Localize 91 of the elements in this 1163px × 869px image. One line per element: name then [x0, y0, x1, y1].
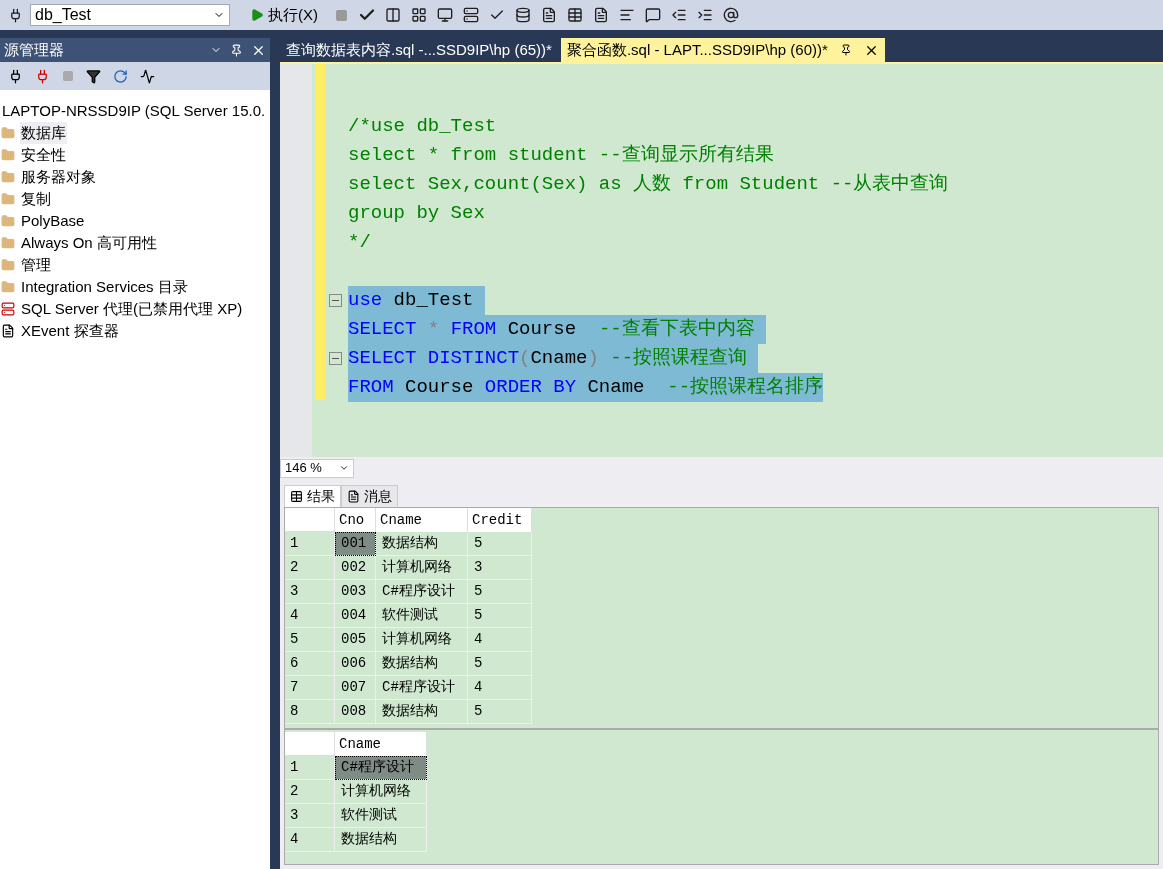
collapse-icon[interactable]	[329, 352, 342, 365]
tree-item[interactable]: PolyBase	[20, 210, 86, 232]
row-number: 2	[285, 780, 335, 804]
result-tab[interactable]: 结果	[284, 485, 341, 507]
collapse-icon[interactable]	[329, 294, 342, 307]
document-tab[interactable]: 聚合函数.sql - LAPT...SSD9IP\hp (60))*	[560, 38, 885, 62]
code-line: */	[348, 230, 371, 255]
row-number: 6	[285, 652, 335, 676]
table-cell: 003	[335, 580, 376, 604]
table-cell: 数据结构	[376, 700, 468, 724]
table-cell: 3	[468, 556, 532, 580]
tree-item[interactable]: 复制	[20, 188, 52, 210]
row-number: 3	[285, 580, 335, 604]
table-cell: 008	[335, 700, 376, 724]
panel-title: 源管理器	[4, 39, 64, 60]
server-node[interactable]: LAPTOP-NRSSD9IP (SQL Server 15.0.	[0, 100, 270, 122]
table-cell: C#程序设计	[376, 580, 468, 604]
row-number: 5	[285, 628, 335, 652]
tree-item[interactable]: XEvent 探查器	[20, 320, 120, 342]
code-line: select Sex,count(Sex) as 人数 from Student --从表中查询	[348, 172, 949, 197]
row-number: 2	[285, 556, 335, 580]
table-cell: 计算机网络	[335, 780, 427, 804]
table-cell: 数据结构	[376, 532, 468, 556]
zoom-dropdown[interactable]: 146 %	[280, 458, 354, 478]
tree-item[interactable]: 数据库	[20, 122, 67, 144]
disconnect-icon	[35, 68, 50, 84]
header-corner	[285, 508, 335, 532]
folder-icon	[1, 214, 15, 228]
pin-icon	[839, 44, 852, 56]
tree-item[interactable]: 安全性	[20, 144, 67, 166]
table-cell: 002	[335, 556, 376, 580]
row-number: 8	[285, 700, 335, 724]
database-dropdown[interactable]: db_Test	[30, 4, 230, 26]
filter-icon	[86, 68, 101, 84]
folder-icon	[1, 258, 15, 272]
row-number: 3	[285, 804, 335, 828]
grid-icon	[290, 490, 303, 503]
code-line: /*use db_Test	[348, 114, 497, 139]
table-cell: 计算机网络	[376, 628, 468, 652]
table-cell: 4	[468, 628, 532, 652]
header-corner	[285, 732, 335, 756]
table-cell: 数据结构	[376, 652, 468, 676]
tree-item[interactable]: Always On 高可用性	[20, 232, 158, 254]
table-cell: 5	[468, 580, 532, 604]
play-icon	[250, 8, 264, 22]
folder-icon	[1, 192, 15, 206]
message-icon	[347, 490, 360, 503]
execute-button[interactable]: 执行(X)	[242, 3, 326, 27]
column-header[interactable]: Cname	[376, 508, 468, 532]
table-cell: 001	[335, 532, 376, 556]
folder-icon	[1, 170, 15, 184]
table-cell: 006	[335, 652, 376, 676]
folder-icon	[1, 236, 15, 250]
code-editor[interactable]	[280, 62, 1163, 457]
table-cell: 4	[468, 676, 532, 700]
pin-icon	[230, 43, 243, 57]
row-number: 7	[285, 676, 335, 700]
table-cell: 数据结构	[335, 828, 427, 852]
table-cell: 004	[335, 604, 376, 628]
table-cell: 5	[468, 604, 532, 628]
table-cell: 5	[468, 700, 532, 724]
activity-icon	[140, 68, 155, 84]
document-icon	[1, 324, 15, 338]
row-number: 4	[285, 604, 335, 628]
table-cell: 计算机网络	[376, 556, 468, 580]
row-number: 4	[285, 828, 335, 852]
folder-icon	[1, 126, 15, 140]
refresh-icon	[113, 68, 128, 84]
column-header[interactable]: Cname	[335, 732, 427, 756]
column-header[interactable]: Cno	[335, 508, 376, 532]
table-cell: 005	[335, 628, 376, 652]
table-cell: C#程序设计	[335, 756, 427, 780]
code-line: select * from student --查询显示所有结果	[348, 143, 774, 168]
table-cell: C#程序设计	[376, 676, 468, 700]
dropdown-icon	[339, 463, 349, 473]
stop-icon	[62, 70, 74, 82]
tree-item[interactable]: Integration Services 目录	[20, 276, 189, 298]
folder-icon	[1, 148, 15, 162]
code-line: group by Sex	[348, 201, 485, 226]
table-cell: 软件测试	[335, 804, 427, 828]
tree-item[interactable]: 管理	[20, 254, 52, 276]
tree-item[interactable]: SQL Server 代理(已禁用代理 XP)	[20, 298, 244, 320]
table-cell: 5	[468, 652, 532, 676]
tree-item[interactable]: 服务器对象	[20, 166, 97, 188]
result-tab[interactable]: 消息	[341, 485, 398, 507]
folder-icon	[1, 280, 15, 294]
table-cell: 007	[335, 676, 376, 700]
table-cell: 软件测试	[376, 604, 468, 628]
connect-icon	[8, 68, 23, 84]
column-header[interactable]: Credit	[468, 508, 532, 532]
table-cell: 5	[468, 532, 532, 556]
